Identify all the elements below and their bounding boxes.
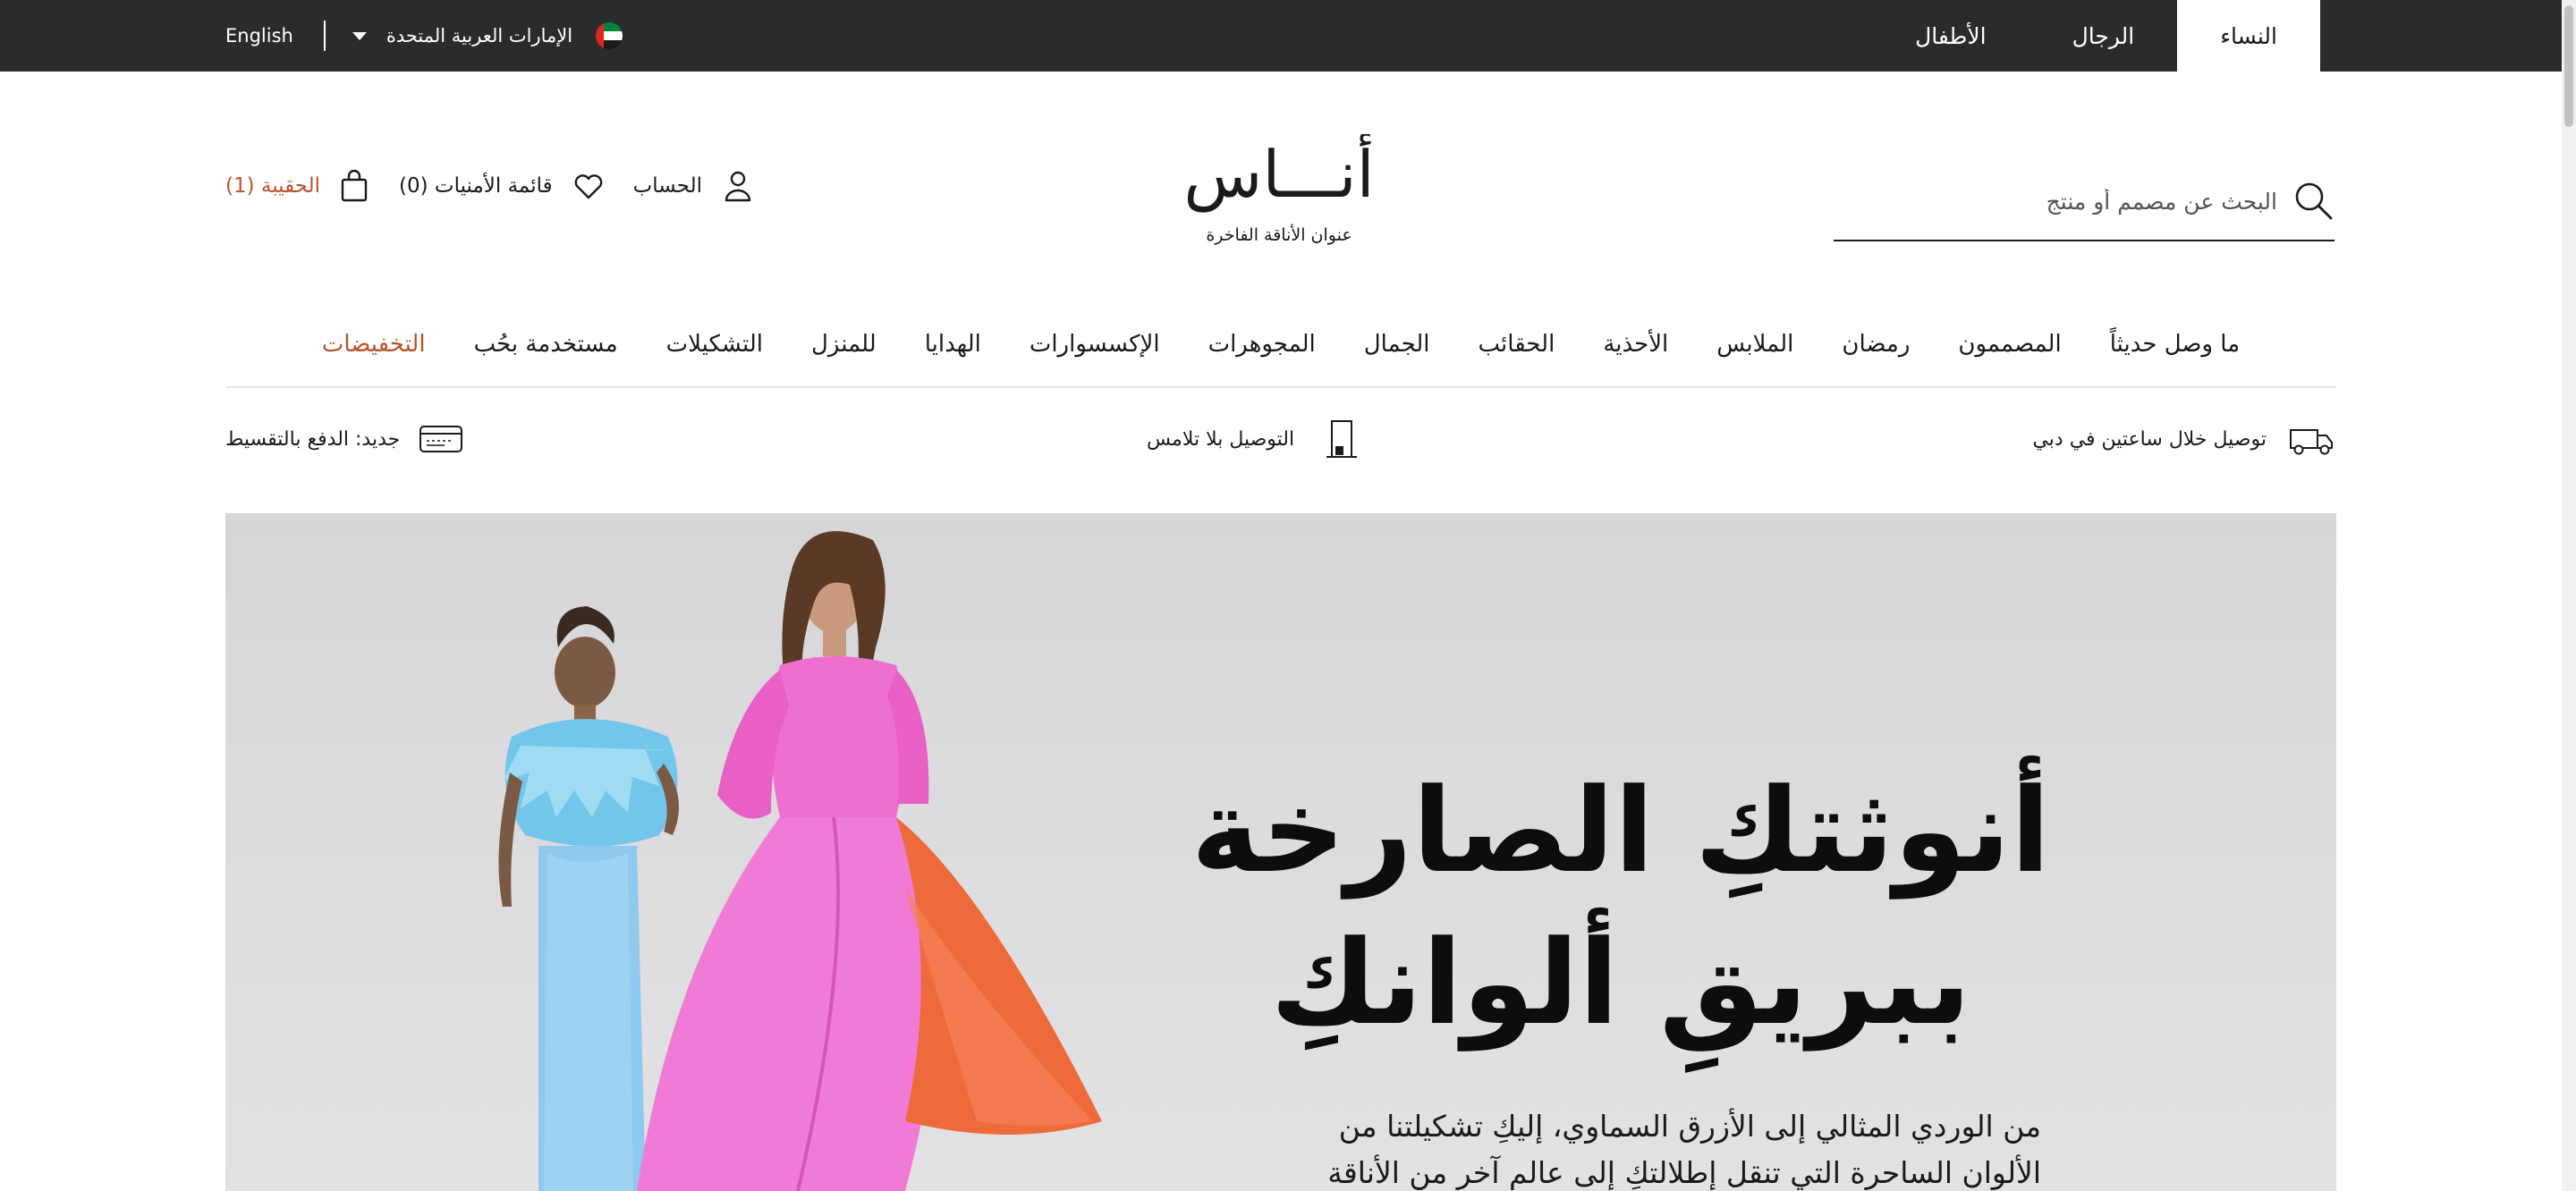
nav-ramadan[interactable]: رمضان: [1842, 331, 1910, 358]
nav-jewelry[interactable]: المجوهرات: [1208, 331, 1316, 358]
user-icon: [724, 171, 751, 202]
hero-banner[interactable]: أنوثتكِ الصارخة ببريقِ ألوانكِ من الوردي…: [225, 513, 2336, 1191]
nav-bags[interactable]: الحقائب: [1479, 331, 1555, 358]
country-selector[interactable]: الإمارات العربية المتحدة: [386, 25, 572, 46]
hero-title-line-2: ببريقِ ألوانكِ: [1270, 915, 1971, 1051]
nav-accessories[interactable]: الإكسسوارات: [1030, 331, 1160, 358]
nav-sale[interactable]: التخفيضات: [322, 331, 426, 358]
ounass-logo-mark: أنـــاس: [1183, 134, 1374, 213]
language-link[interactable]: English: [225, 25, 293, 46]
tab-kids[interactable]: الأطفال: [1872, 0, 2029, 72]
perk-contactless-text: التوصيل بلا تلامس: [1147, 427, 1295, 451]
logo-text: أنـــاس: [1183, 134, 1374, 213]
hero-title-line-1: أنوثتكِ الصارخة: [1191, 763, 2051, 899]
nav-preloved[interactable]: مستخدمة بحُب: [474, 331, 618, 358]
chevron-down-icon[interactable]: [352, 31, 367, 40]
perk-installments: جديد: الدفع بالتقسيط: [225, 417, 464, 461]
nav-designers[interactable]: المصممون: [1958, 331, 2061, 358]
hero-subtitle: من الوردي المثالي إلى الأزرق السماوي، إل…: [1327, 1109, 2041, 1190]
perk-contactless: التوصيل بلا تلامس: [1147, 417, 1364, 461]
bag-button[interactable]: الحقيبة (1): [225, 169, 370, 203]
account-label: الحساب: [632, 174, 703, 198]
nav-clothing[interactable]: الملابس: [1716, 331, 1793, 358]
main-navigation: ما وصل حديثاً المصممون رمضان الملابس الأ…: [225, 311, 2336, 388]
divider: [323, 21, 326, 51]
nav-shoes[interactable]: الأحذية: [1603, 331, 1668, 358]
top-bar: النساء الرجال الأطفال English الإمارات ا…: [0, 0, 2562, 72]
uae-flag-icon[interactable]: [596, 22, 623, 49]
header-actions: الحقيبة (1) قائمة الأمنيات (0) الحساب: [225, 161, 754, 211]
locale-switcher: English الإمارات العربية المتحدة: [225, 0, 623, 72]
logo-tagline: عنوان الأناقة الفاخرة: [1206, 225, 1352, 245]
nav-new-arrivals[interactable]: ما وصل حديثاً: [2110, 331, 2240, 358]
perk-2hr-delivery: توصيل خلال ساعتين في دبي: [2032, 417, 2334, 461]
perk-delivery-text: توصيل خلال ساعتين في دبي: [2032, 427, 2267, 451]
search-icon[interactable]: [2292, 179, 2334, 222]
scrollbar-thumb[interactable]: [2564, 5, 2573, 127]
shopping-bag-icon: [341, 169, 368, 202]
heart-icon: [574, 174, 602, 199]
nav-gifts[interactable]: الهدايا: [925, 331, 981, 358]
nav-home[interactable]: للمنزل: [811, 331, 877, 358]
page-scrollbar[interactable]: [2562, 0, 2576, 1191]
search-input[interactable]: [1884, 179, 2277, 224]
bag-label: الحقيبة (1): [225, 174, 321, 198]
nav-collections[interactable]: التشكيلات: [666, 331, 763, 358]
wishlist-button[interactable]: قائمة الأمنيات (0): [399, 169, 605, 203]
perk-installments-text: جديد: الدفع بالتقسيط: [225, 427, 401, 451]
tab-men[interactable]: الرجال: [2029, 0, 2178, 72]
delivery-van-icon: [2290, 429, 2333, 455]
gender-tabs: النساء الرجال الأطفال: [1872, 0, 2320, 72]
hero-title: أنوثتكِ الصارخة ببريقِ ألوانكِ: [1129, 755, 2113, 1059]
account-button[interactable]: الحساب: [633, 169, 754, 203]
search-bar: [1834, 172, 2334, 241]
wishlist-label: قائمة الأمنيات (0): [399, 174, 553, 198]
nav-beauty[interactable]: الجمال: [1364, 331, 1430, 358]
tab-women[interactable]: النساء: [2177, 0, 2320, 72]
brand-logo[interactable]: أنـــاس عنوان الأناقة الفاخرة: [1172, 134, 1386, 268]
door-package-icon: [1326, 420, 1358, 458]
credit-card-icon: [419, 426, 463, 452]
